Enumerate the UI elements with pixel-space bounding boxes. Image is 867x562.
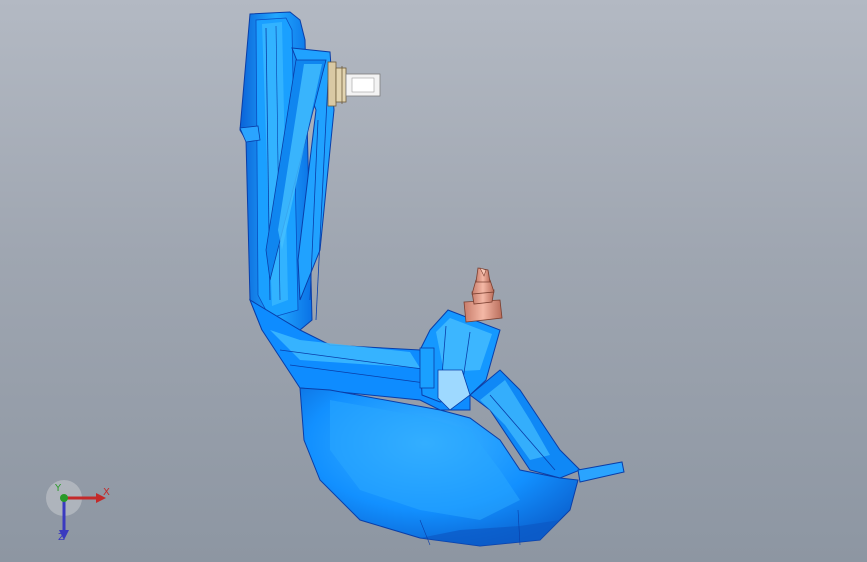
outlet-tube: [577, 461, 625, 483]
cad-model-view[interactable]: [0, 0, 867, 562]
axis-z-label: Z: [58, 532, 65, 543]
graphics-viewport[interactable]: X Y Z: [0, 0, 867, 562]
top-connector: [327, 61, 381, 107]
axis-y-label: Y: [55, 483, 62, 494]
view-triad: X Y Z: [40, 478, 120, 548]
axis-x-label: X: [103, 487, 110, 498]
fastener-pin: [463, 267, 503, 323]
